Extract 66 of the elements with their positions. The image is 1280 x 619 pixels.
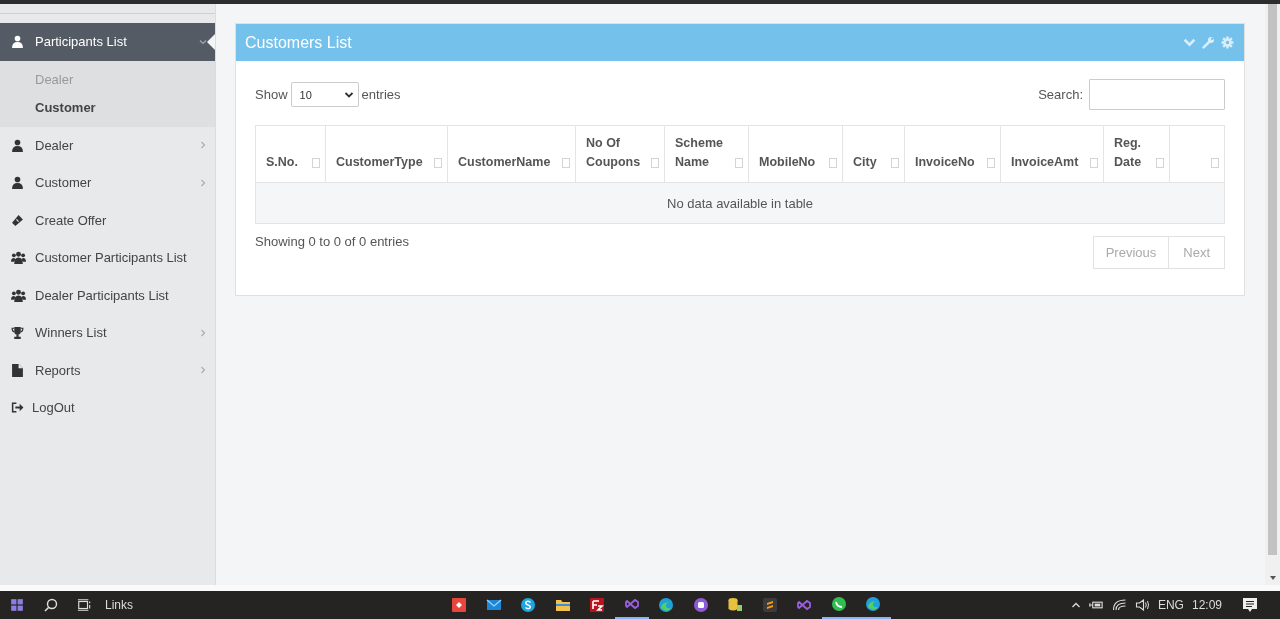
wifi-icon <box>1111 599 1127 611</box>
person-icon <box>11 138 24 152</box>
entries-label: entries <box>361 87 401 102</box>
table-info: Showing 0 to 0 of 0 entries <box>255 234 409 249</box>
column-header[interactable]: CustomerName <box>447 125 576 183</box>
sidebar-item[interactable]: Reports <box>0 351 215 389</box>
infinity-icon <box>623 596 640 612</box>
chevron-up-icon <box>1070 601 1081 609</box>
ticket-icon <box>11 213 24 227</box>
search-label: Search: <box>1038 87 1083 102</box>
file-icon <box>11 363 24 377</box>
clock[interactable]: 12:09 <box>1191 598 1222 612</box>
windows-icon <box>10 598 24 612</box>
column-header[interactable]: MobileNo <box>748 125 843 183</box>
notification-icon <box>1242 597 1258 613</box>
app-icon <box>761 597 778 613</box>
entries-select[interactable]: 10 <box>290 82 359 107</box>
sidebar-item[interactable]: Participants List <box>0 23 215 61</box>
app-icon <box>589 597 606 613</box>
browser-icon <box>658 597 675 613</box>
caret-icon <box>343 90 354 99</box>
infinity-icon <box>796 597 813 613</box>
sign-out-icon <box>11 401 24 415</box>
sidebar-item[interactable]: Dealer <box>0 126 215 164</box>
group-icon <box>11 251 26 265</box>
browser-icon <box>865 596 882 612</box>
sidebar-item[interactable]: Customer <box>0 164 215 202</box>
task-view-icon <box>76 598 91 612</box>
search-icon <box>43 598 58 612</box>
person-icon <box>11 35 24 49</box>
settings-icon <box>1221 36 1234 49</box>
column-header[interactable]: CustomerType <box>325 125 448 183</box>
scrollbar-drawing[interactable] <box>1265 4 1280 585</box>
battery-icon <box>1088 599 1104 611</box>
chat-icon <box>520 597 537 613</box>
column-header[interactable]: City <box>842 125 905 183</box>
column-header[interactable]: InvoiceAmt <box>1000 125 1104 183</box>
speaker-icon <box>1134 599 1150 611</box>
mail-icon <box>485 597 502 613</box>
column-header[interactable]: Reg. Date <box>1103 125 1170 183</box>
sidebar-item[interactable]: Winners List <box>0 314 215 352</box>
app-icon <box>692 597 709 613</box>
database-icon <box>727 597 744 613</box>
person-icon <box>11 176 24 190</box>
sidebar-item[interactable]: Create Offer <box>0 201 215 239</box>
column-header[interactable]: No Of Coupons <box>575 125 665 183</box>
language-indicator[interactable]: ENG <box>1157 598 1184 612</box>
empty-table-message: No data available in table <box>255 182 1225 224</box>
show-label: Show <box>255 87 288 102</box>
search-field[interactable] <box>1089 79 1225 110</box>
chat-icon <box>830 596 847 612</box>
group-icon <box>11 288 26 302</box>
column-header[interactable]: Scheme Name <box>664 125 749 183</box>
trophy-icon <box>11 326 24 340</box>
toolbar-label[interactable]: Links <box>105 598 133 612</box>
column-header[interactable]: S.No. <box>255 125 326 183</box>
chevron-down-icon <box>1183 36 1196 49</box>
folder-icon <box>554 597 571 613</box>
column-header[interactable]: InvoiceNo <box>904 125 1001 183</box>
sidebar-item[interactable]: Customer Participants List <box>0 239 215 277</box>
sidebar-item[interactable]: LogOut <box>0 389 215 427</box>
sidebar-item[interactable]: Dealer Participants List <box>0 276 215 314</box>
wrench-icon <box>1202 36 1215 49</box>
app-icon <box>451 597 468 613</box>
submenu-item[interactable]: Customer <box>0 93 215 122</box>
panel-title: Customers List <box>245 33 352 52</box>
